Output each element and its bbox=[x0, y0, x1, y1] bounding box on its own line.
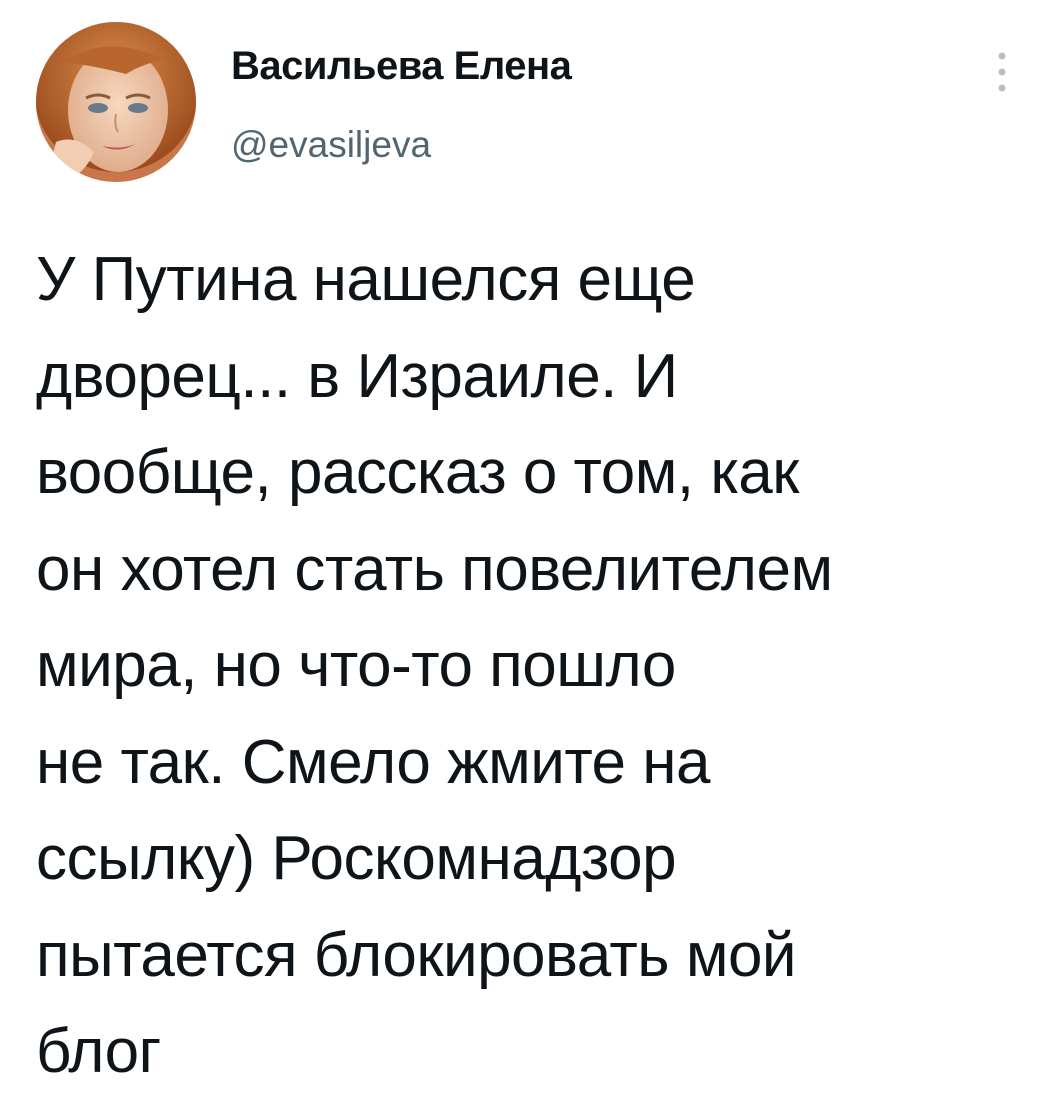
tweet-text-line: вообще, рассказ о том, как bbox=[36, 438, 799, 507]
tweet-text-line: мира, но что-то пошло bbox=[36, 631, 676, 700]
more-vertical-icon bbox=[998, 52, 1006, 92]
author-name[interactable]: Васильева Елена bbox=[231, 44, 572, 89]
tweet-card: Васильева Елена @evasiljeva У Путина наш… bbox=[0, 0, 1043, 1086]
tweet-text-line: дворец... в Израиле. И bbox=[36, 341, 678, 411]
tweet-text: У Путина нашелся еще дворец... в Израиле… bbox=[36, 232, 1026, 1101]
more-options-button[interactable] bbox=[982, 44, 1022, 100]
tweet-text-line: пытается блокировать мой bbox=[36, 920, 797, 990]
avatar[interactable] bbox=[36, 22, 196, 182]
avatar-image bbox=[36, 22, 196, 182]
tweet-text-line: У Путина нашелся еще bbox=[36, 245, 696, 314]
tweet-text-line: он хотел стать повелителем bbox=[36, 534, 833, 604]
tweet-text-line: не так. Смело жмите на bbox=[36, 727, 710, 797]
author-handle[interactable]: @evasiljeva bbox=[231, 124, 431, 166]
tweet-text-line: ссылку) Роскомнадзор bbox=[36, 824, 677, 893]
tweet-text-line: блог bbox=[36, 1017, 161, 1086]
